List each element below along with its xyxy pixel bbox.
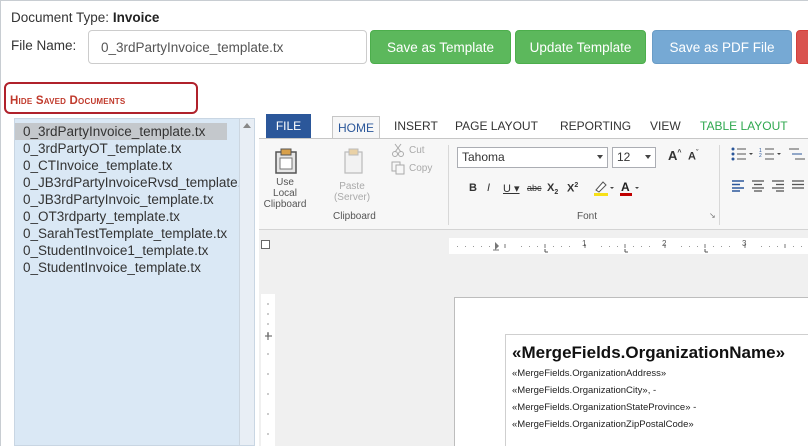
grow-font-icon[interactable]: A^ bbox=[668, 148, 681, 163]
svg-text:2: 2 bbox=[759, 153, 762, 159]
list-item[interactable]: 0_3rdPartyOT_template.tx bbox=[15, 140, 254, 157]
file-name-label: File Name: bbox=[11, 38, 77, 53]
numbering-icon[interactable]: 12 bbox=[759, 147, 783, 161]
list-item[interactable]: 0_StudentInvoice_template.tx bbox=[15, 259, 254, 276]
cut-icon[interactable] bbox=[391, 143, 405, 157]
merge-field-line[interactable]: «MergeFields.OrganizationCity», - bbox=[512, 385, 656, 396]
copy-icon[interactable] bbox=[391, 161, 405, 175]
tab-table-layout[interactable]: TABLE LAYOUT bbox=[700, 119, 788, 133]
font-size-value: 12 bbox=[617, 150, 631, 164]
bullets-icon[interactable] bbox=[731, 147, 755, 161]
align-right-icon[interactable] bbox=[771, 180, 785, 192]
document-type: Document Type: Invoice bbox=[11, 10, 159, 25]
italic-icon[interactable]: I bbox=[487, 182, 490, 194]
justify-icon[interactable] bbox=[791, 180, 805, 192]
subscript-icon[interactable]: X2 bbox=[547, 182, 558, 196]
chevron-down-icon bbox=[645, 155, 651, 159]
horizontal-ruler[interactable]: 1 2 3 bbox=[449, 238, 808, 254]
svg-text:1: 1 bbox=[582, 239, 587, 248]
list-item[interactable]: 0_SarahTestTemplate_template.tx bbox=[15, 225, 254, 242]
merge-field-line[interactable]: «MergeFields.OrganizationStateProvince» … bbox=[512, 402, 696, 413]
saved-documents-list[interactable]: 0_3rdPartyInvoice_template.tx 0_3rdParty… bbox=[14, 118, 255, 446]
list-item[interactable]: 0_OT3rdparty_template.tx bbox=[15, 208, 254, 225]
font-color-icon[interactable]: A bbox=[619, 179, 641, 197]
list-item[interactable]: 0_CTInvoice_template.tx bbox=[15, 157, 254, 174]
font-dialog-launcher-icon[interactable]: ↘ bbox=[709, 211, 716, 220]
list-scrollbar[interactable] bbox=[239, 119, 254, 445]
font-size-select[interactable]: 12 bbox=[612, 147, 656, 168]
merge-field-organization-name[interactable]: «MergeFields.OrganizationName» bbox=[512, 343, 785, 363]
clipboard-icon[interactable] bbox=[273, 147, 299, 175]
tab-page-layout[interactable]: PAGE LAYOUT bbox=[455, 119, 538, 133]
save-as-template-button[interactable]: Save as Template bbox=[370, 30, 511, 64]
cut-button[interactable]: Cut bbox=[409, 145, 425, 156]
align-center-icon[interactable] bbox=[751, 180, 765, 192]
file-name-input[interactable] bbox=[88, 30, 367, 64]
font-family-value: Tahoma bbox=[462, 150, 505, 164]
list-item[interactable]: 0_StudentInvoice1_template.tx bbox=[15, 242, 254, 259]
use-local-clipboard-button[interactable]: Use Local Clipboard bbox=[263, 177, 307, 210]
document-page[interactable]: «MergeFields.OrganizationName» «MergeFie… bbox=[454, 297, 808, 446]
align-left-icon[interactable] bbox=[731, 180, 745, 192]
ruler-margin bbox=[259, 238, 454, 254]
svg-text:2: 2 bbox=[662, 239, 667, 248]
paste-server-button[interactable]: Paste (Server) bbox=[329, 181, 375, 203]
clipboard-group-label: Clipboard bbox=[333, 211, 376, 222]
tab-reporting[interactable]: REPORTING bbox=[560, 119, 631, 133]
save-as-pdf-button[interactable]: Save as PDF File bbox=[652, 30, 792, 64]
copy-button[interactable]: Copy bbox=[409, 163, 432, 174]
scroll-up-icon[interactable] bbox=[243, 123, 251, 128]
chevron-down-icon bbox=[597, 155, 603, 159]
svg-text:A: A bbox=[621, 180, 630, 194]
tab-insert[interactable]: INSERT bbox=[394, 119, 438, 133]
document-type-label: Document Type: bbox=[11, 10, 110, 25]
tab-home[interactable]: HOME bbox=[332, 116, 380, 138]
svg-text:3: 3 bbox=[742, 239, 747, 248]
multilevel-list-icon[interactable] bbox=[787, 147, 807, 161]
merge-field-line[interactable]: «MergeFields.OrganizationAddress» bbox=[512, 368, 666, 379]
document-editor: FILE HOME INSERT PAGE LAYOUT REPORTING V… bbox=[259, 114, 808, 446]
shrink-font-icon[interactable]: Aˇ bbox=[688, 150, 698, 163]
list-item[interactable]: 0_JB3rdPartyInvoic_template.tx bbox=[15, 191, 254, 208]
font-family-select[interactable]: Tahoma bbox=[457, 147, 608, 168]
font-group-label: Font bbox=[577, 211, 598, 222]
highlight-color-icon[interactable] bbox=[593, 179, 615, 197]
list-item[interactable]: 0_JB3rdPartyInvoiceRvsd_template.tx bbox=[15, 174, 254, 191]
merge-field-line[interactable]: «MergeFields.OrganizationZipPostalCode» bbox=[512, 419, 694, 430]
hide-saved-documents-link[interactable]: Hide Saved Documents bbox=[10, 95, 125, 107]
strikethrough-icon[interactable]: abc bbox=[527, 183, 542, 193]
ribbon-separator bbox=[719, 145, 720, 225]
ribbon-tabs: FILE HOME INSERT PAGE LAYOUT REPORTING V… bbox=[259, 114, 808, 138]
documents-ul: 0_3rdPartyInvoice_template.tx 0_3rdParty… bbox=[15, 119, 254, 276]
tab-view[interactable]: VIEW bbox=[650, 119, 681, 133]
update-template-button[interactable]: Update Template bbox=[515, 30, 646, 64]
vertical-ruler[interactable] bbox=[261, 294, 275, 446]
tab-file[interactable]: FILE bbox=[266, 114, 311, 138]
bold-icon[interactable]: B bbox=[469, 182, 477, 194]
underline-icon[interactable]: U ▾ bbox=[503, 182, 520, 195]
document-content-area[interactable]: «MergeFields.OrganizationName» «MergeFie… bbox=[505, 334, 808, 446]
ribbon-home: Use Local Clipboard Paste (Server) Cut C… bbox=[259, 138, 808, 230]
ribbon-separator bbox=[448, 145, 449, 225]
delete-button[interactable] bbox=[796, 30, 808, 64]
paste-icon[interactable] bbox=[343, 147, 365, 175]
superscript-icon[interactable]: X2 bbox=[567, 182, 578, 195]
document-type-value: Invoice bbox=[112, 10, 160, 25]
list-item[interactable]: 0_3rdPartyInvoice_template.tx bbox=[15, 123, 227, 140]
